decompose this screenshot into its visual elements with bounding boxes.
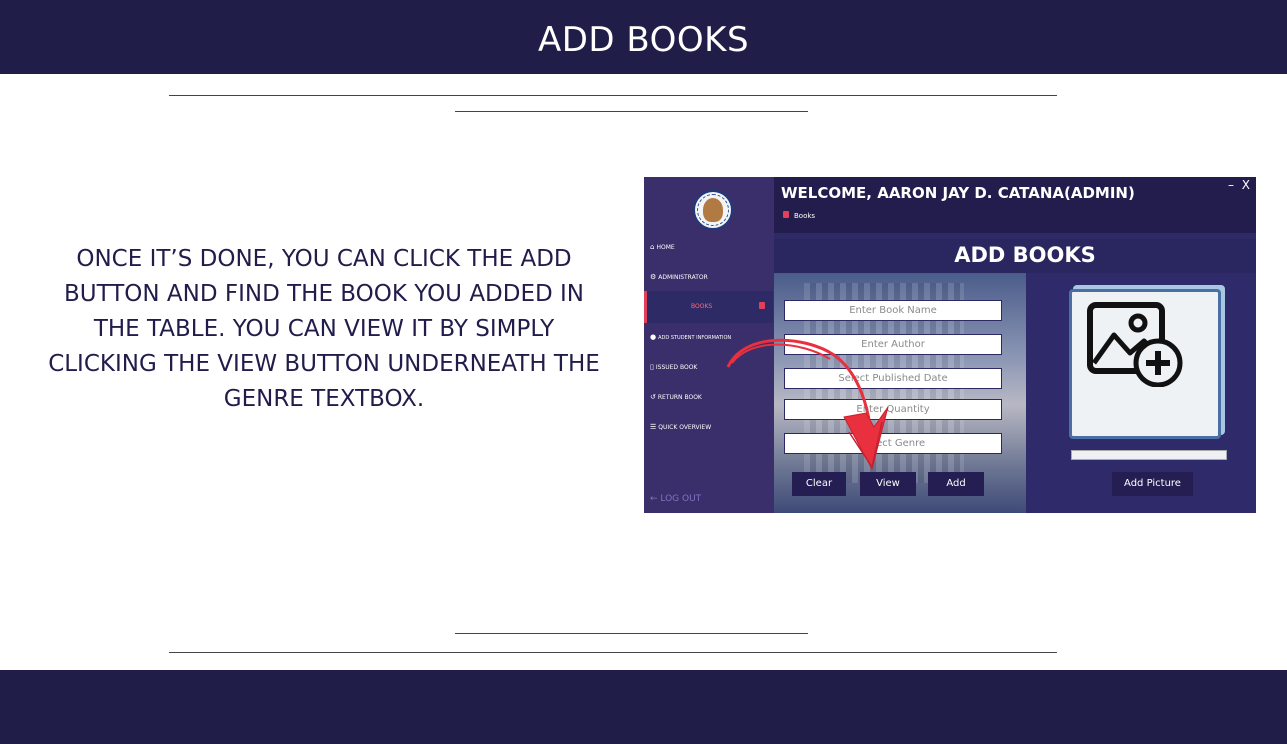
- gears-icon: ⚙: [650, 273, 657, 281]
- slide-header: ADD BOOKS: [0, 0, 1287, 74]
- divider-bottom-short: [455, 633, 808, 634]
- school-logo: [693, 190, 733, 230]
- slide-footer: [0, 670, 1287, 744]
- view-button[interactable]: View: [860, 472, 916, 496]
- picture-panel: Add Picture: [1026, 273, 1256, 513]
- divider-top-long: [169, 95, 1057, 96]
- sidebar-item-administrator[interactable]: ⚙ ADMINISTRATOR: [650, 273, 708, 281]
- book-name-input[interactable]: Enter Book Name: [784, 300, 1002, 321]
- slide-title: ADD BOOKS: [537, 20, 750, 60]
- sidebar-item-quick-overview[interactable]: ☰ QUICK OVERVIEW: [650, 423, 711, 431]
- add-button[interactable]: Add: [928, 472, 984, 496]
- divider-bottom-long: [169, 652, 1057, 653]
- app-screenshot: ⌂ HOME ⚙ ADMINISTRATOR BOOKS ● ADD STUDENT …: [644, 177, 1256, 513]
- sidebar-item-books[interactable]: BOOKS: [644, 291, 773, 323]
- sidebar-item-add-student-information[interactable]: ● ADD STUDENT INFORMATION: [650, 333, 731, 341]
- undo-icon: ↺: [650, 393, 656, 401]
- add-picture-button[interactable]: Add Picture: [1112, 472, 1193, 496]
- sidebar-item-home[interactable]: ⌂ HOME: [650, 243, 675, 251]
- list-icon: ☰: [650, 423, 657, 431]
- breadcrumb: Books: [794, 212, 816, 220]
- logo-figure: [703, 198, 723, 222]
- genre-select[interactable]: Select Genre: [784, 433, 1002, 454]
- sidebar-item-return-book[interactable]: ↺ RETURN BOOK: [650, 393, 702, 401]
- book-icon: [783, 211, 789, 218]
- page-title-bar: ADD BOOKS: [774, 239, 1256, 273]
- author-input[interactable]: Enter Author: [784, 334, 1002, 355]
- page-title: ADD BOOKS: [954, 243, 1096, 267]
- published-date-picker[interactable]: Select Published Date: [784, 368, 1002, 389]
- sidebar: ⌂ HOME ⚙ ADMINISTRATOR BOOKS ● ADD STUDENT …: [644, 177, 774, 513]
- picture-filename-bar: [1071, 450, 1227, 460]
- instruction-text: ONCE IT’S DONE, YOU CAN CLICK THE ADD BU…: [48, 246, 600, 412]
- book-icon: [759, 302, 765, 309]
- bookmark-icon: ▯: [650, 363, 654, 371]
- quantity-input[interactable]: Enter Quantity: [784, 399, 1002, 420]
- divider-top-short: [455, 111, 808, 112]
- sidebar-item-issued-book[interactable]: ▯ ISSUED BOOK: [650, 363, 697, 371]
- welcome-text: WELCOME, AARON JAY D. CATANA(ADMIN): [781, 184, 1135, 202]
- logout-button[interactable]: ← LOG OUT: [650, 494, 701, 504]
- clear-button[interactable]: Clear: [792, 472, 846, 496]
- add-image-icon[interactable]: [1086, 301, 1184, 387]
- sidebar-item-label: BOOKS: [691, 303, 713, 310]
- top-bar: WELCOME, AARON JAY D. CATANA(ADMIN) Book…: [774, 177, 1256, 233]
- window-controls[interactable]: – X: [1228, 178, 1252, 192]
- home-icon: ⌂: [650, 243, 655, 251]
- info-icon: ●: [650, 333, 657, 341]
